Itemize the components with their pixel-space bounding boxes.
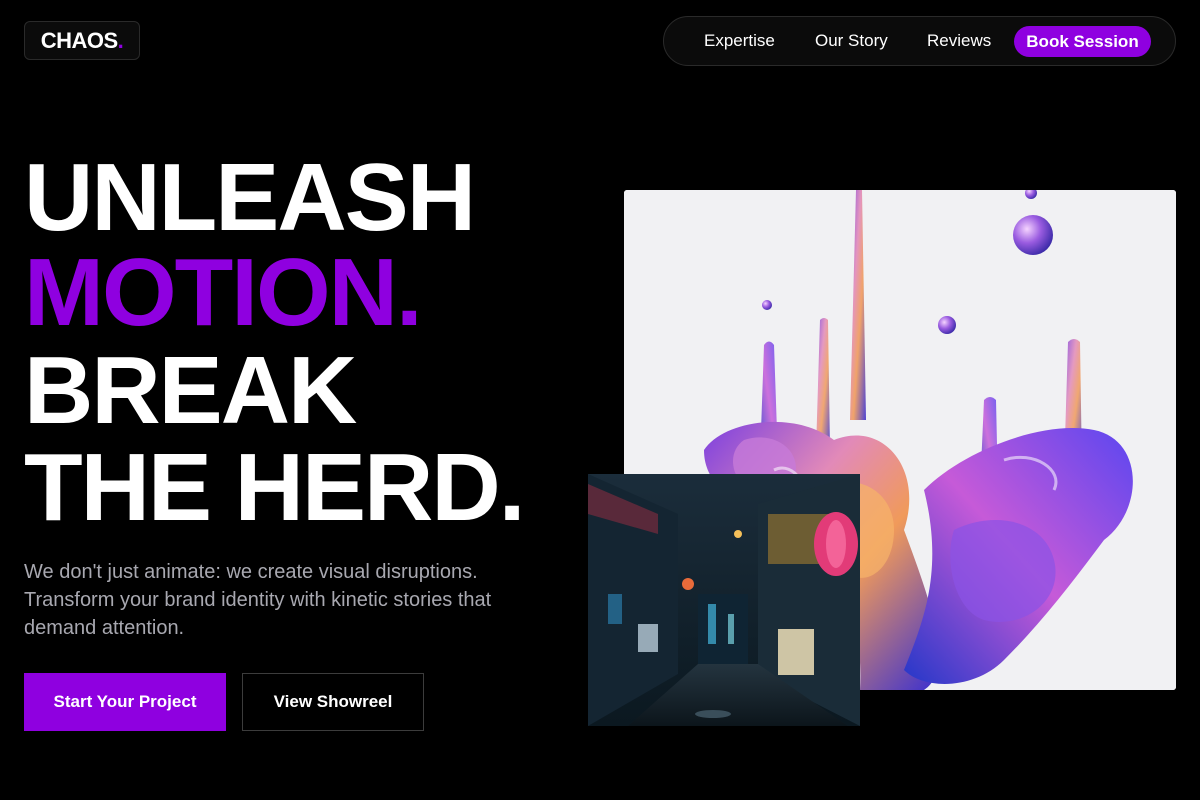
- start-project-button[interactable]: Start Your Project: [24, 673, 226, 731]
- brand-logo[interactable]: CHAOS.: [24, 21, 140, 60]
- neon-alley-image: [588, 474, 860, 726]
- nav-link-expertise[interactable]: Expertise: [704, 17, 775, 65]
- hero-line-2: MOTION.: [24, 239, 423, 346]
- hero-line-4: THE HERD.: [24, 434, 525, 541]
- brand-dot: .: [117, 27, 124, 53]
- view-showreel-button[interactable]: View Showreel: [242, 673, 424, 731]
- brand-name: CHAOS: [40, 27, 118, 53]
- nav-link-reviews[interactable]: Reviews: [927, 17, 991, 65]
- nav-link-our-story[interactable]: Our Story: [815, 17, 888, 65]
- hero-subtitle: We don't just animate: we create visual …: [24, 561, 492, 639]
- main-nav: Expertise Our Story Reviews Book Session: [663, 16, 1176, 66]
- book-session-button[interactable]: Book Session: [1014, 26, 1151, 57]
- hero-line-1: UNLEASH: [24, 144, 476, 251]
- hero-line-3: BREAK: [24, 337, 357, 444]
